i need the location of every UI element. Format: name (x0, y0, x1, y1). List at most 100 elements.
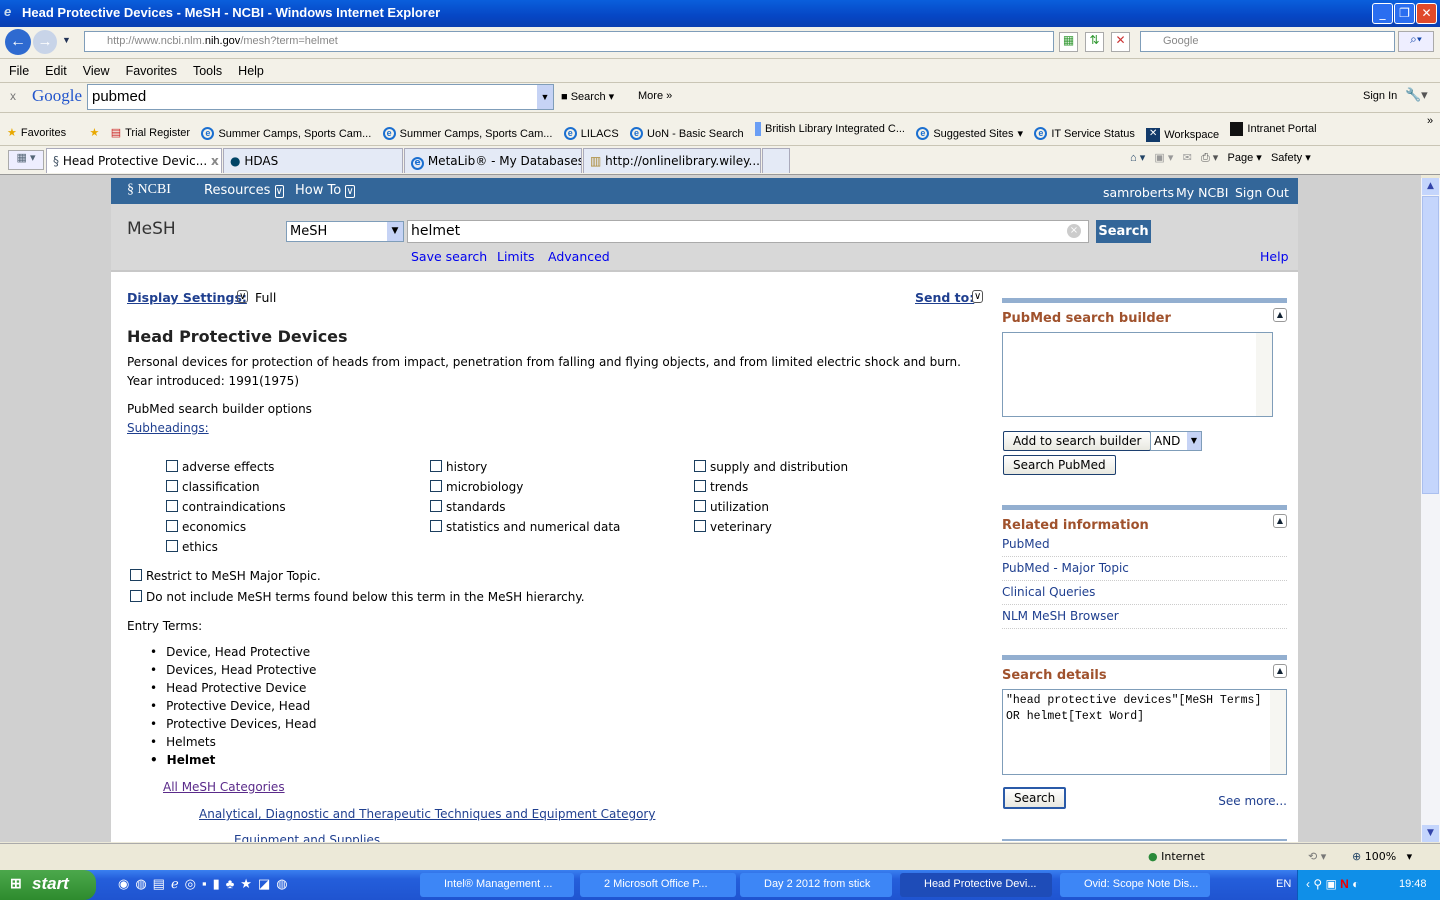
fav-intranet-portal[interactable]: Intranet Portal (1230, 122, 1317, 136)
fav-suggested-sites[interactable]: e Suggested Sites ▾ (916, 127, 1023, 140)
related-clinical-queries-link[interactable]: Clinical Queries (1002, 581, 1287, 605)
add-to-builder-button[interactable]: Add to search builder (1003, 431, 1152, 451)
search-button[interactable]: Search (1096, 220, 1151, 243)
sign-out-link[interactable]: Sign Out (1235, 185, 1289, 200)
subheading-microbiology[interactable]: microbiology (430, 480, 523, 494)
ncbi-logo[interactable]: § NCBI (127, 182, 171, 198)
start-button[interactable]: ⊞ start (0, 870, 96, 900)
close-tab-icon[interactable]: x (211, 154, 219, 168)
home-icon[interactable]: ⌂ ▾ (1130, 152, 1145, 164)
related-major-topic-link[interactable]: PubMed - Major Topic (1002, 557, 1287, 581)
tray-icons[interactable]: ‹ ⚲ ▣ N ◐ (1306, 877, 1359, 891)
chevron-more-icon[interactable]: » (1427, 115, 1433, 127)
subheading-utilization[interactable]: utilization (694, 500, 769, 514)
quick-tabs-icon[interactable]: ▦ ▾ (8, 150, 44, 170)
fav-lilacs[interactable]: e LILACS (563, 127, 619, 140)
history-dropdown-icon[interactable]: ▼ (62, 35, 71, 45)
protected-mode-icon[interactable]: ⟲ ▾ (1308, 850, 1326, 863)
checkbox[interactable] (166, 500, 178, 512)
fav-trial-register[interactable]: ▤ Trial Register (111, 126, 190, 140)
related-mesh-browser-link[interactable]: NLM MeSH Browser (1002, 605, 1287, 629)
wrench-icon[interactable]: 🔧▾ (1405, 87, 1428, 103)
collapse-icon[interactable]: ▲ (1273, 514, 1287, 528)
favorites-button[interactable]: ★ Favorites (7, 126, 66, 140)
tree-analytical-link[interactable]: Analytical, Diagnostic and Therapeutic T… (199, 807, 655, 821)
back-button[interactable]: ← (5, 29, 31, 55)
subheading-statistics[interactable]: statistics and numerical data (430, 520, 620, 534)
tab-metalib[interactable]: e MetaLib® - My Databases (404, 148, 582, 173)
subheading-classification[interactable]: classification (166, 480, 260, 494)
tab-head-protective-devices[interactable]: § Head Protective Devic... x (46, 148, 222, 173)
checkbox[interactable] (130, 590, 142, 602)
checkbox[interactable] (166, 540, 178, 552)
checkbox[interactable] (130, 569, 142, 581)
details-search-button[interactable]: Search (1003, 787, 1067, 809)
task-intel[interactable]: Intel® Management ... (420, 873, 574, 897)
menu-tools[interactable]: Tools (193, 64, 222, 78)
sign-in-link[interactable]: Sign In (1363, 90, 1397, 102)
chevron-down-icon[interactable]: ∨ (972, 290, 984, 303)
address-input[interactable]: http://www.ncbi.nlm.nih.gov/mesh?term=he… (84, 31, 1054, 52)
subheading-supply-distribution[interactable]: supply and distribution (694, 460, 848, 474)
safety-menu[interactable]: Safety ▾ (1271, 152, 1311, 164)
checkbox[interactable] (430, 480, 442, 492)
page-scrollbar[interactable]: ▲ ▼ (1421, 178, 1440, 842)
scrollbar[interactable] (1270, 690, 1286, 774)
scroll-down-icon[interactable]: ▼ (1422, 825, 1439, 842)
checkbox[interactable] (166, 460, 178, 472)
operator-select[interactable]: AND ▼ (1150, 431, 1202, 451)
scroll-thumb[interactable] (1422, 196, 1439, 494)
resources-menu[interactable]: Resources ∨ (204, 183, 284, 198)
help-link[interactable]: Help (1260, 249, 1289, 264)
details-textarea[interactable]: "head protective devices"[MeSH Terms] OR… (1002, 689, 1287, 775)
subheading-ethics[interactable]: ethics (166, 540, 218, 554)
language-indicator[interactable]: EN (1276, 878, 1291, 890)
advanced-link[interactable]: Advanced (548, 249, 610, 264)
related-pubmed-link[interactable]: PubMed (1002, 533, 1287, 557)
task-day2-folder[interactable]: Day 2 2012 from stick (740, 873, 892, 897)
scrollbar[interactable] (1256, 333, 1272, 416)
subheading-economics[interactable]: economics (166, 520, 246, 534)
task-head-protective[interactable]: Head Protective Devi... (900, 873, 1052, 897)
subheading-veterinary[interactable]: veterinary (694, 520, 772, 534)
menu-file[interactable]: File (9, 64, 29, 78)
clear-icon[interactable]: × (1067, 224, 1081, 238)
subheading-trends[interactable]: trends (694, 480, 748, 494)
send-to-link[interactable]: Send to: (915, 290, 974, 305)
howto-menu[interactable]: How To ∨ (295, 183, 355, 198)
fav-summer-camps-2[interactable]: e Summer Camps, Sports Cam... (382, 127, 552, 140)
checkbox[interactable] (166, 480, 178, 492)
google-search-button[interactable]: ■ Search ▾ (561, 90, 614, 103)
subheading-contraindications[interactable]: contraindications (166, 500, 286, 514)
checkbox[interactable] (430, 460, 442, 472)
task-office[interactable]: 2 Microsoft Office P... (580, 873, 736, 897)
task-ovid[interactable]: Ovid: Scope Note Dis... (1060, 873, 1210, 897)
quick-launch[interactable]: ◉◍▤ℯ◎▪▮♣★◪◍ (118, 876, 294, 892)
builder-textarea[interactable] (1002, 332, 1273, 417)
print-icon[interactable]: ⎙ ▾ (1201, 152, 1218, 164)
restrict-major-topic[interactable]: Restrict to MeSH Major Topic. (130, 569, 321, 583)
feeds-icon[interactable]: ▣ ▾ (1154, 152, 1173, 164)
search-box[interactable]: Google (1140, 31, 1395, 52)
database-select[interactable]: MeSH ▼ (286, 221, 404, 242)
minimize-button[interactable]: _ (1372, 3, 1393, 24)
fav-summer-camps-1[interactable]: e Summer Camps, Sports Cam... (201, 127, 371, 140)
mail-icon[interactable]: ✉ (1183, 152, 1192, 164)
display-settings-link[interactable]: Display Settings: (127, 290, 247, 305)
save-search-link[interactable]: Save search (411, 249, 487, 264)
checkbox[interactable] (694, 520, 706, 532)
new-tab-button[interactable] (762, 148, 790, 173)
subheading-standards[interactable]: standards (430, 500, 505, 514)
fav-british-library[interactable]: British Library Integrated C... (754, 122, 905, 136)
fav-workspace[interactable]: ✕ Workspace (1146, 128, 1219, 142)
add-favorite-icon[interactable]: ★ (89, 126, 99, 139)
tree-all-categories-link[interactable]: All MeSH Categories (163, 780, 285, 794)
google-search-input[interactable]: pubmed ▼ (87, 84, 554, 110)
scroll-up-icon[interactable]: ▲ (1422, 178, 1439, 195)
restore-button[interactable]: ❐ (1394, 3, 1415, 24)
forward-button[interactable]: → (33, 30, 57, 54)
no-explode-option[interactable]: Do not include MeSH terms found below th… (130, 590, 585, 604)
checkbox[interactable] (430, 500, 442, 512)
tree-equipment-link[interactable]: Equipment and Supplies (234, 833, 380, 842)
limits-link[interactable]: Limits (497, 249, 535, 264)
